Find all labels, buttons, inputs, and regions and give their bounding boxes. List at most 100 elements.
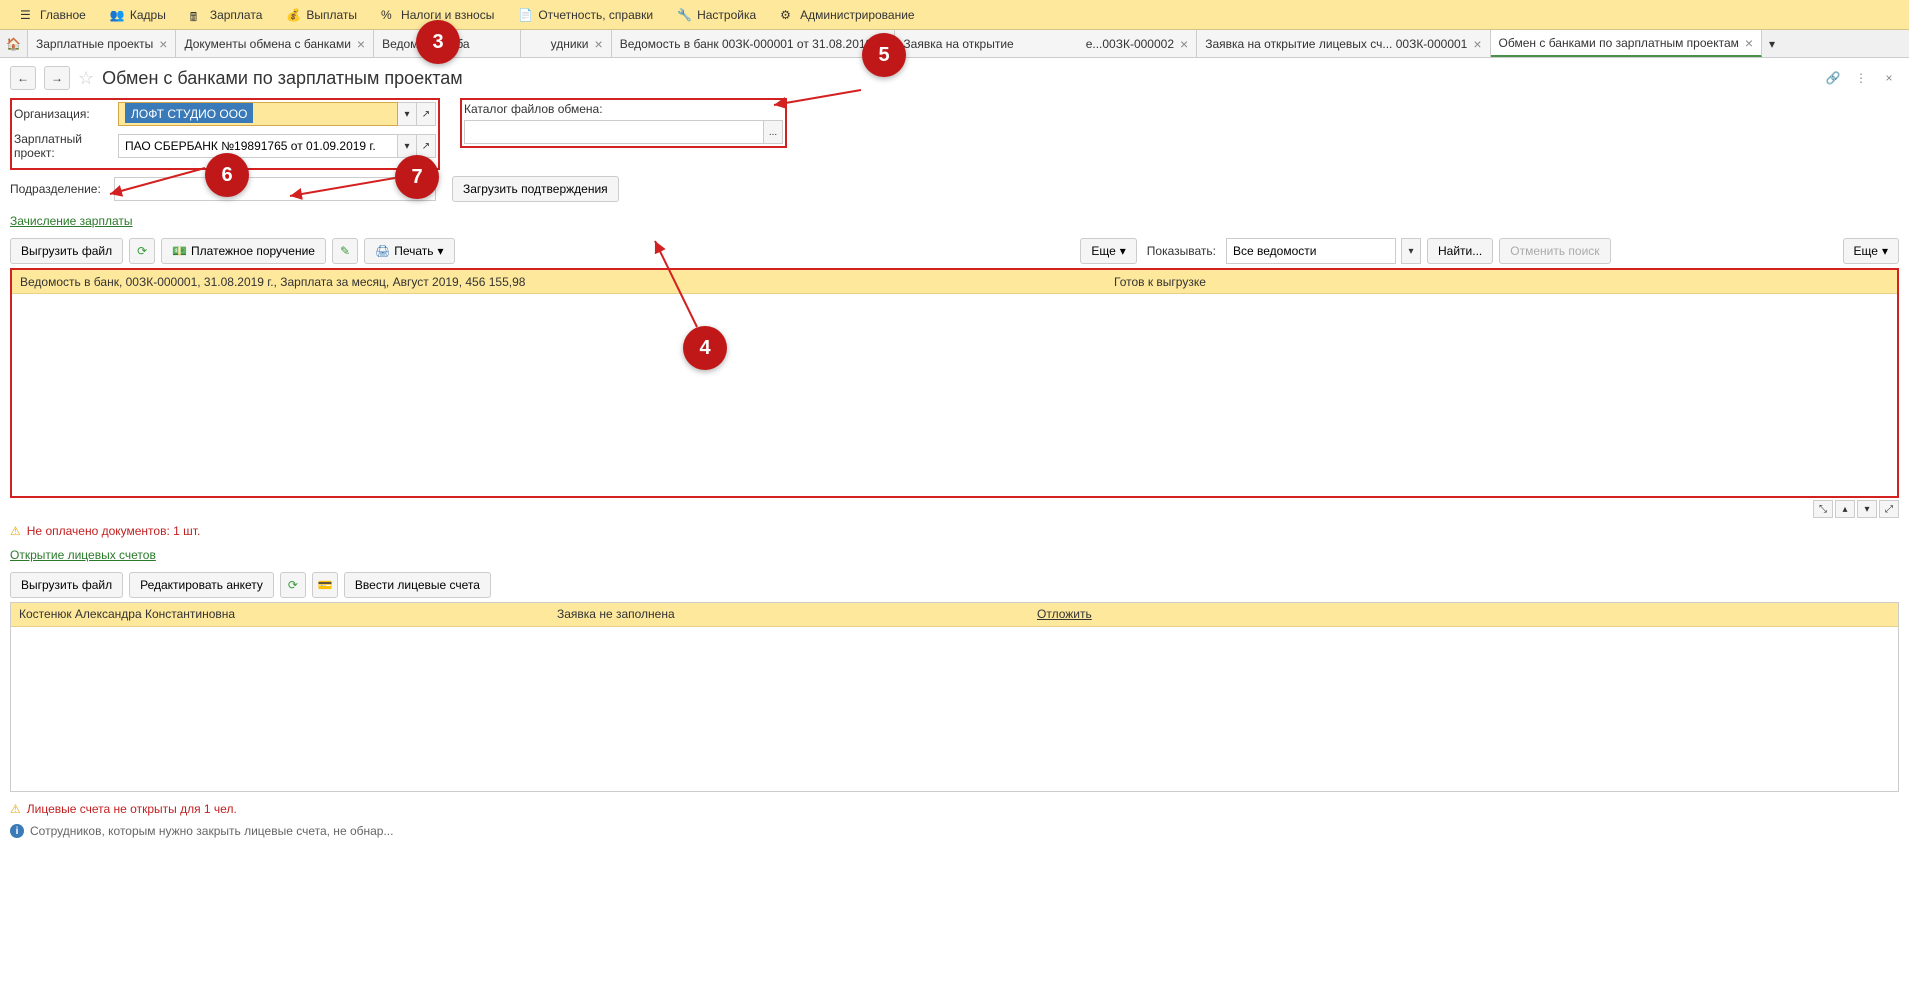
annotation-marker-3: 3: [416, 20, 460, 64]
show-select[interactable]: [1226, 238, 1396, 264]
tab-request-1[interactable]: Заявка на открытие лицевых сч... 00ЗК-00…: [1197, 30, 1490, 57]
tab-label: Заявка на открытие лицевых сч... 00ЗК-00…: [1205, 37, 1467, 51]
warning-icon: ⚠: [10, 524, 21, 538]
refresh-button[interactable]: ⟳: [129, 238, 155, 264]
down-icon[interactable]: ▾: [1857, 500, 1877, 518]
forward-button[interactable]: →: [44, 66, 70, 90]
menu-personnel-label: Кадры: [130, 8, 166, 22]
menu-payments[interactable]: 💰 Выплаты: [274, 0, 369, 29]
tab-salary-projects[interactable]: Зарплатные проекты ×: [28, 30, 176, 57]
export-file-button-2[interactable]: Выгрузить файл: [10, 572, 123, 598]
edit-form-button[interactable]: Редактировать анкету: [129, 572, 274, 598]
btn-label: Платежное поручение: [191, 244, 315, 258]
card-button[interactable]: 💳: [312, 572, 338, 598]
salary-credit-link[interactable]: Зачисление зарплаты: [10, 214, 133, 228]
tab-request-2[interactable]: Заявка на открытие е...00ЗК-000002 ×: [895, 30, 1197, 57]
refresh-button-2[interactable]: ⟳: [280, 572, 306, 598]
project-input[interactable]: [118, 134, 398, 158]
more-vertical-icon[interactable]: ⋮: [1851, 68, 1871, 88]
close-icon[interactable]: ×: [1745, 35, 1753, 51]
refresh-icon: ⟳: [288, 578, 298, 592]
btn-label: Редактировать анкету: [140, 578, 263, 592]
tab-list-dropdown[interactable]: ▾: [1762, 37, 1782, 51]
close-icon[interactable]: ×: [159, 36, 167, 52]
dropdown-button[interactable]: ▾: [1401, 238, 1421, 264]
close-icon[interactable]: ×: [1879, 68, 1899, 88]
btn-label: Найти...: [1438, 244, 1482, 258]
back-button[interactable]: ←: [10, 66, 36, 90]
catalog-input[interactable]: [464, 120, 764, 144]
tab-bank-exchange[interactable]: Обмен с банками по зарплатным проектам ×: [1491, 30, 1763, 57]
enter-accounts-button[interactable]: Ввести лицевые счета: [344, 572, 491, 598]
menu-main[interactable]: ☰ Главное: [8, 0, 98, 29]
tab-employees[interactable]: удники ×: [521, 30, 612, 57]
warning-unpaid: ⚠ Не оплачено документов: 1 шт.: [0, 520, 1909, 542]
up-icon[interactable]: ▴: [1835, 500, 1855, 518]
tab-label: Обмен с банками по зарплатным проектам: [1499, 36, 1739, 50]
menu-settings[interactable]: 🔧 Настройка: [665, 0, 768, 29]
menu-salary-label: Зарплата: [210, 8, 263, 22]
edit-button[interactable]: ✎: [332, 238, 358, 264]
tab-vedomost-1[interactable]: Ведомость в банк 00ЗК-000001 от 31.08.20…: [612, 30, 896, 57]
btn-label: Ввести лицевые счета: [355, 578, 480, 592]
org-value: ЛОФТ СТУДИО ООО: [125, 103, 253, 123]
close-icon[interactable]: ×: [1473, 36, 1481, 52]
info-close-accounts: i Сотрудников, которым нужно закрыть лиц…: [0, 820, 1909, 842]
warning-text: Лицевые счета не открыты для 1 чел.: [27, 802, 237, 816]
menu-reports[interactable]: 📄 Отчетность, справки: [506, 0, 665, 29]
close-icon[interactable]: ×: [357, 36, 365, 52]
division-label: Подразделение:: [10, 182, 110, 196]
close-icon[interactable]: ×: [1180, 36, 1188, 52]
print-button[interactable]: 🖨Печать▾: [364, 238, 455, 264]
menu-personnel[interactable]: 👥 Кадры: [98, 0, 178, 29]
home-icon: 🏠: [6, 37, 21, 51]
cancel-search-button[interactable]: Отменить поиск: [1499, 238, 1610, 264]
tab-label: Заявка на открытие: [903, 37, 1013, 51]
home-button[interactable]: 🏠: [0, 30, 28, 58]
show-label: Показывать:: [1147, 244, 1216, 258]
link-icon[interactable]: 🔗: [1823, 68, 1843, 88]
menu-admin[interactable]: ⚙ Администрирование: [768, 0, 926, 29]
employee-name: Костенюк Александра Константиновна: [19, 607, 557, 622]
menu-settings-label: Настройка: [697, 8, 756, 22]
postpone-link[interactable]: Отложить: [1037, 607, 1092, 621]
accounts-table: Костенюк Александра Константиновна Заявк…: [10, 602, 1899, 792]
btn-label: Выгрузить файл: [21, 244, 112, 258]
money-icon: 💵: [172, 244, 187, 258]
find-button[interactable]: Найти...: [1427, 238, 1493, 264]
expand-all-icon[interactable]: ⤢: [1879, 500, 1899, 518]
row-status: Готов к выгрузке: [1114, 275, 1374, 289]
open-button[interactable]: ↗: [416, 102, 436, 126]
more-button-2[interactable]: Еще▾: [1843, 238, 1899, 264]
org-input[interactable]: ЛОФТ СТУДИО ООО: [118, 102, 398, 126]
btn-label: Печать: [394, 244, 433, 258]
payment-order-button[interactable]: 💵 Платежное поручение: [161, 238, 326, 264]
favorite-star-icon[interactable]: ☆: [78, 68, 94, 89]
export-file-button[interactable]: Выгрузить файл: [10, 238, 123, 264]
division-input[interactable]: [114, 177, 436, 201]
table-row[interactable]: Ведомость в банк, 00ЗК-000001, 31.08.201…: [12, 270, 1897, 294]
page-header: ← → ☆ Обмен с банками по зарплатным прое…: [0, 58, 1909, 98]
table-row[interactable]: Костенюк Александра Константиновна Заявк…: [11, 603, 1898, 627]
request-status: Заявка не заполнена: [557, 607, 1037, 622]
info-text: Сотрудников, которым нужно закрыть лицев…: [30, 824, 393, 838]
load-confirmations-button[interactable]: Загрузить подтверждения: [452, 176, 619, 202]
gear-icon: ⚙: [780, 8, 794, 22]
menu-salary[interactable]: 🖩 Зарплата: [178, 0, 275, 29]
open-accounts-link[interactable]: Открытие лицевых счетов: [10, 548, 156, 562]
more-button[interactable]: Еще▾: [1080, 238, 1136, 264]
dropdown-button[interactable]: ▾: [397, 102, 417, 126]
menu-admin-label: Администрирование: [800, 8, 914, 22]
collapse-all-icon[interactable]: ⤡: [1813, 500, 1833, 518]
printer-icon: 🖨: [375, 244, 390, 258]
wrench-icon: 🔧: [677, 8, 691, 22]
page-title: Обмен с банками по зарплатным проектам: [102, 68, 462, 89]
tab-label: Зарплатные проекты: [36, 37, 153, 51]
tab-label-suffix: е...00ЗК-000002: [1086, 37, 1174, 51]
browse-button[interactable]: ...: [763, 120, 783, 144]
people-icon: 👥: [110, 8, 124, 22]
close-icon[interactable]: ×: [595, 36, 603, 52]
catalog-label: Каталог файлов обмена:: [464, 102, 783, 116]
tab-exchange-docs[interactable]: Документы обмена с банками ×: [176, 30, 374, 57]
arrow-right-icon: →: [51, 71, 63, 85]
